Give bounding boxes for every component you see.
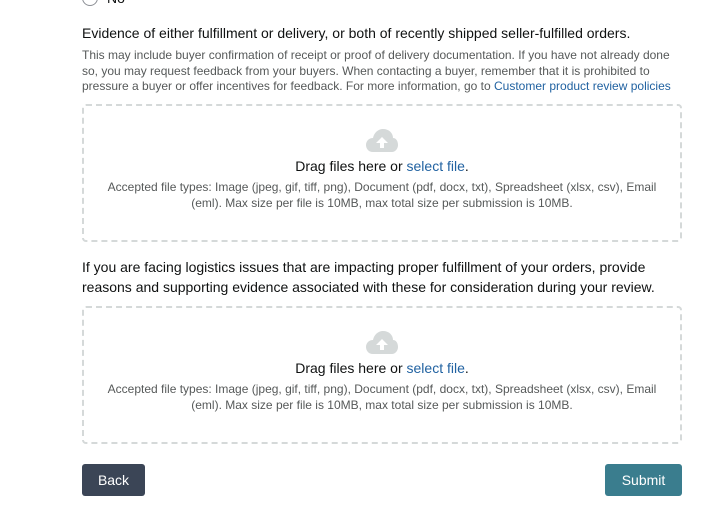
- logistics-heading: If you are facing logistics issues that …: [82, 259, 655, 295]
- customer-review-policies-link[interactable]: Customer product review policies: [494, 79, 671, 93]
- accepted-file-types: Accepted file types: Image (jpeg, gif, t…: [107, 180, 657, 210]
- evidence-dropzone[interactable]: Drag files here or select file. Accepted…: [82, 104, 682, 242]
- evidence-heading: Evidence of either fulfillment or delive…: [82, 25, 631, 41]
- period: .: [464, 158, 469, 174]
- appeal-form-page: No Evidence of either fulfillment or del…: [0, 0, 720, 508]
- select-file-link[interactable]: select file: [407, 360, 465, 376]
- drag-label: Drag files here or: [295, 158, 403, 174]
- logistics-dropzone[interactable]: Drag files here or select file. Accepted…: [82, 306, 682, 444]
- period: .: [464, 360, 469, 376]
- cloud-upload-icon: [366, 129, 398, 152]
- evidence-help-text: This may include buyer confirmation of r…: [82, 48, 682, 95]
- drag-files-text: Drag files here or select file.: [84, 158, 680, 174]
- submit-button[interactable]: Submit: [605, 464, 682, 496]
- accepted-file-types: Accepted file types: Image (jpeg, gif, t…: [107, 382, 657, 412]
- cloud-upload-icon: [366, 331, 398, 354]
- radio-option-no[interactable]: No: [82, 0, 125, 6]
- back-button[interactable]: Back: [82, 464, 145, 496]
- drag-label: Drag files here or: [295, 360, 403, 376]
- radio-label: No: [107, 0, 125, 6]
- select-file-link[interactable]: select file: [407, 158, 465, 174]
- radio-button[interactable]: [82, 0, 98, 6]
- drag-files-text: Drag files here or select file.: [84, 360, 680, 376]
